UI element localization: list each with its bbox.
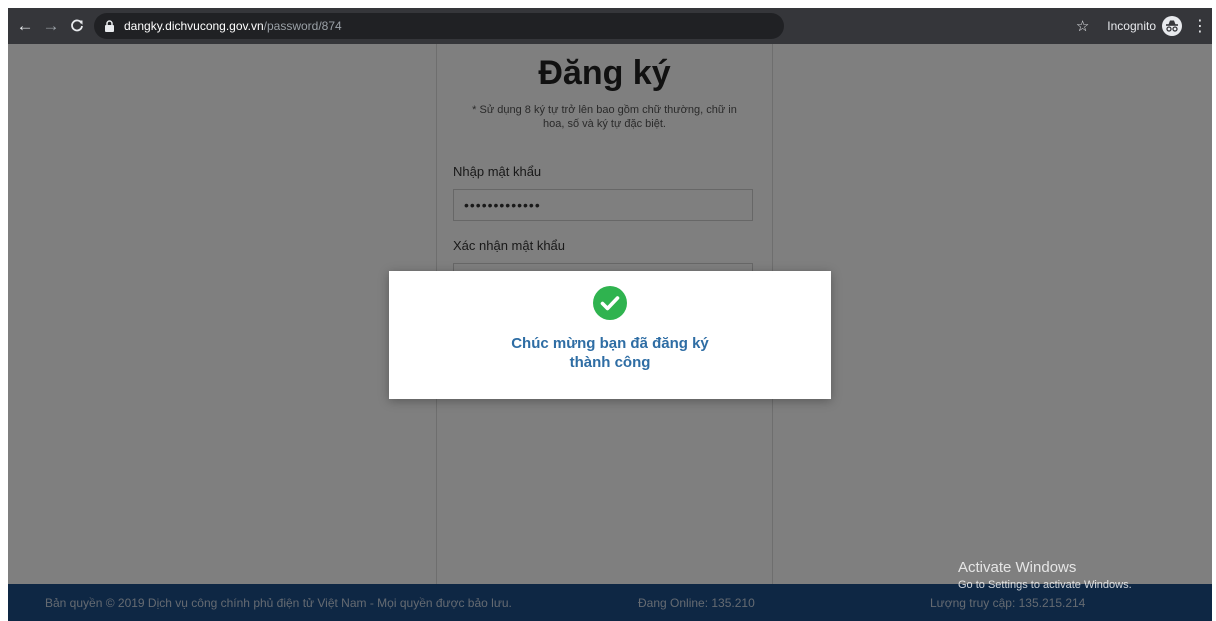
address-bar[interactable]: dangky.dichvucong.gov.vn/password/874 bbox=[94, 13, 784, 39]
url-host: dangky.dichvucong.gov.vn bbox=[124, 19, 264, 33]
reload-icon[interactable] bbox=[64, 13, 90, 39]
back-arrow-icon[interactable]: ← bbox=[12, 13, 38, 39]
page-viewport: Đăng ký * Sử dụng 8 ký tự trở lên bao gồ… bbox=[8, 44, 1212, 621]
check-circle-icon bbox=[593, 286, 627, 320]
star-icon[interactable]: ☆ bbox=[1076, 17, 1089, 35]
windows-watermark: Activate Windows Go to Settings to activ… bbox=[958, 559, 1132, 591]
success-message: Chúc mừng bạn đã đăng ký thành công bbox=[511, 335, 709, 371]
watermark-title: Activate Windows bbox=[958, 559, 1077, 576]
menu-icon[interactable]: ⋮ bbox=[1192, 16, 1208, 36]
url-path: /password/874 bbox=[263, 19, 342, 33]
browser-toolbar: ← → dangky.dichvucong.gov.vn/password/87… bbox=[8, 8, 1212, 44]
lock-icon bbox=[105, 20, 114, 32]
watermark-subtitle: Go to Settings to activate Windows. bbox=[958, 579, 1132, 591]
incognito-icon[interactable] bbox=[1162, 16, 1182, 36]
success-modal: Chúc mừng bạn đã đăng ký thành công bbox=[389, 271, 831, 399]
forward-arrow-icon[interactable]: → bbox=[38, 13, 64, 39]
incognito-label: Incognito bbox=[1107, 19, 1156, 33]
